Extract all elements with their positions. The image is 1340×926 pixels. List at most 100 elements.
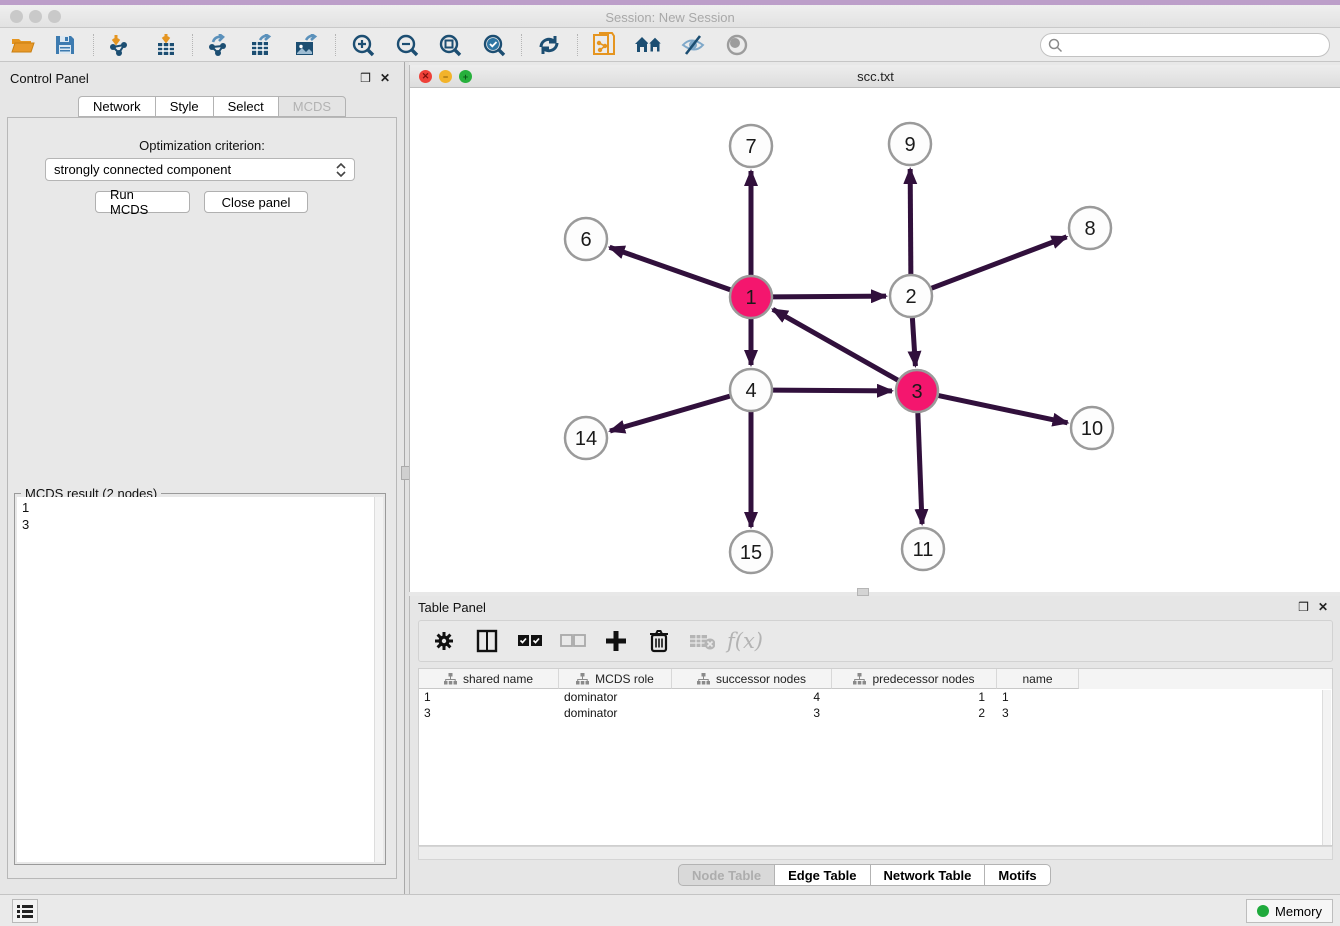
select-all-icon[interactable] bbox=[517, 628, 543, 654]
zoom-fit-icon[interactable] bbox=[435, 31, 465, 59]
cell-successor-nodes[interactable]: 4 bbox=[672, 689, 832, 705]
deselect-all-icon[interactable] bbox=[560, 628, 586, 654]
close-panel-icon[interactable]: ✕ bbox=[380, 72, 390, 84]
node-3[interactable]: 3 bbox=[896, 370, 938, 412]
cell-predecessor-nodes[interactable]: 1 bbox=[832, 689, 997, 705]
node-1[interactable]: 1 bbox=[730, 276, 772, 318]
node-4[interactable]: 4 bbox=[730, 369, 772, 411]
zoom-in-icon[interactable] bbox=[348, 31, 378, 59]
column-label: predecessor nodes bbox=[872, 672, 974, 686]
edge-1-6[interactable] bbox=[610, 247, 731, 289]
delete-column-icon[interactable] bbox=[646, 628, 672, 654]
table-row[interactable]: 1dominator411 bbox=[419, 689, 1332, 705]
node-11[interactable]: 11 bbox=[902, 528, 944, 570]
home-icon[interactable] bbox=[634, 31, 664, 59]
close-panel-button[interactable]: Close panel bbox=[204, 191, 308, 213]
edge-2-3[interactable] bbox=[912, 318, 915, 366]
edge-3-1[interactable] bbox=[773, 309, 898, 380]
cell-MCDS-role[interactable]: dominator bbox=[559, 705, 672, 721]
edge-3-10[interactable] bbox=[939, 396, 1068, 423]
edge-3-11[interactable] bbox=[918, 413, 922, 524]
cell-predecessor-nodes[interactable]: 2 bbox=[832, 705, 997, 721]
settings-gear-icon[interactable] bbox=[431, 628, 457, 654]
close-panel-icon[interactable]: ✕ bbox=[1318, 601, 1328, 613]
cell-shared-name[interactable]: 1 bbox=[419, 689, 559, 705]
export-image-icon[interactable] bbox=[291, 31, 321, 59]
column-header-MCDS-role[interactable]: MCDS role bbox=[559, 669, 672, 689]
edge-2-8[interactable] bbox=[932, 237, 1067, 288]
window-title: Session: New Session bbox=[0, 10, 1340, 25]
result-scrollbar[interactable] bbox=[374, 497, 383, 862]
edge-2-9[interactable] bbox=[910, 169, 911, 274]
tab-edge-table[interactable]: Edge Table bbox=[774, 864, 869, 886]
network-canvas[interactable]: 7 9 6 8 1 2 4 3 14 10 15 11 bbox=[410, 88, 1340, 592]
add-column-icon[interactable] bbox=[603, 628, 629, 654]
edge-1-2[interactable] bbox=[773, 296, 886, 297]
show-eye-icon[interactable] bbox=[722, 31, 752, 59]
cell-successor-nodes[interactable]: 3 bbox=[672, 705, 832, 721]
run-mcds-button[interactable]: Run MCDS bbox=[95, 191, 190, 213]
node-table[interactable]: shared nameMCDS role successor nodes prede… bbox=[418, 668, 1333, 846]
import-table-icon[interactable] bbox=[151, 31, 181, 59]
tab-style[interactable]: Style bbox=[155, 96, 213, 117]
table-row[interactable]: 3dominator323 bbox=[419, 705, 1332, 721]
float-panel-icon[interactable]: ❒ bbox=[1298, 601, 1309, 613]
cell-name[interactable]: 1 bbox=[997, 689, 1079, 705]
export-network-icon[interactable] bbox=[203, 31, 233, 59]
memory-button[interactable]: Memory bbox=[1246, 899, 1333, 923]
column-header-successor-nodes[interactable]: successor nodes bbox=[672, 669, 832, 689]
edge-4-3[interactable] bbox=[773, 390, 892, 391]
column-label: successor nodes bbox=[716, 672, 806, 686]
tab-node-table[interactable]: Node Table bbox=[678, 864, 774, 886]
delete-table-icon[interactable] bbox=[689, 628, 715, 654]
node-7[interactable]: 7 bbox=[730, 125, 772, 167]
network-from-file-icon[interactable] bbox=[590, 31, 620, 59]
open-file-icon[interactable] bbox=[8, 31, 38, 59]
column-header-predecessor-nodes[interactable]: predecessor nodes bbox=[832, 669, 997, 689]
tab-mcds[interactable]: MCDS bbox=[278, 96, 346, 117]
table-body: 1dominator4113dominator323 bbox=[419, 689, 1332, 721]
svg-text:6: 6 bbox=[580, 229, 591, 251]
float-panel-icon[interactable]: ❒ bbox=[360, 72, 371, 84]
split-column-icon[interactable] bbox=[474, 628, 500, 654]
save-session-icon[interactable] bbox=[50, 31, 80, 59]
node-8[interactable]: 8 bbox=[1069, 207, 1111, 249]
export-table-icon[interactable] bbox=[247, 31, 277, 59]
column-type-icon bbox=[444, 673, 457, 685]
list-icon bbox=[17, 904, 33, 918]
function-builder-icon[interactable]: f(x) bbox=[732, 628, 758, 654]
tab-select[interactable]: Select bbox=[213, 96, 278, 117]
import-network-icon[interactable] bbox=[104, 31, 134, 59]
zoom-selected-icon[interactable] bbox=[479, 31, 509, 59]
column-type-icon bbox=[697, 673, 710, 685]
node-2[interactable]: 2 bbox=[890, 275, 932, 317]
hide-panels-eye-icon[interactable] bbox=[678, 31, 708, 59]
memory-status-icon bbox=[1257, 905, 1269, 917]
zoom-out-icon[interactable] bbox=[392, 31, 422, 59]
selected-option: strongly connected component bbox=[54, 162, 231, 177]
edge-4-14[interactable] bbox=[610, 396, 730, 431]
cell-name[interactable]: 3 bbox=[997, 705, 1079, 721]
search-input[interactable] bbox=[1040, 33, 1330, 57]
node-9[interactable]: 9 bbox=[889, 123, 931, 165]
svg-text:2: 2 bbox=[905, 286, 916, 308]
node-6[interactable]: 6 bbox=[565, 218, 607, 260]
table-scrollbar[interactable] bbox=[1322, 690, 1331, 846]
horizontal-splitter-grip[interactable] bbox=[857, 588, 869, 596]
optimization-criterion-select[interactable]: strongly connected component bbox=[45, 158, 355, 181]
column-header-shared-name[interactable]: shared name bbox=[419, 669, 559, 689]
tab-network-table[interactable]: Network Table bbox=[870, 864, 985, 886]
cell-MCDS-role[interactable]: dominator bbox=[559, 689, 672, 705]
apply-layout-icon[interactable] bbox=[534, 31, 564, 59]
tab-network[interactable]: Network bbox=[78, 96, 155, 117]
node-10[interactable]: 10 bbox=[1071, 407, 1113, 449]
table-tabs: Node Table Edge Table Network Table Moti… bbox=[678, 864, 1051, 886]
tab-motifs[interactable]: Motifs bbox=[984, 864, 1050, 886]
task-history-button[interactable] bbox=[12, 899, 38, 923]
cell-shared-name[interactable]: 3 bbox=[419, 705, 559, 721]
column-header-name[interactable]: name bbox=[997, 669, 1079, 689]
mcds-result-textarea[interactable]: 1 3 bbox=[17, 497, 377, 862]
search-icon bbox=[1048, 38, 1063, 53]
node-15[interactable]: 15 bbox=[730, 531, 772, 573]
node-14[interactable]: 14 bbox=[565, 417, 607, 459]
